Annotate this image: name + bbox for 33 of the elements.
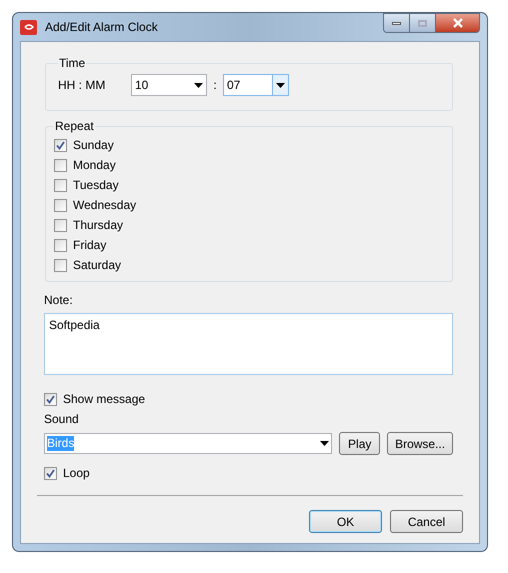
checkbox[interactable]: Monday [54, 155, 444, 175]
checkbox[interactable]: Tuesday [54, 175, 444, 195]
dropdown-arrow-icon [320, 441, 330, 446]
checkbox[interactable]: Loop [44, 463, 456, 483]
minimize-button[interactable] [384, 14, 410, 32]
checkbox[interactable]: Wednesday [54, 195, 444, 215]
group-title: Repeat [54, 118, 95, 135]
checkbox[interactable]: Show message [44, 389, 456, 409]
dropdown-arrow-icon [276, 82, 285, 88]
checkbox[interactable]: Saturday [54, 255, 444, 275]
field-label: HH : MM [58, 77, 106, 94]
checkbox[interactable]: Friday [54, 235, 444, 255]
close-button[interactable] [436, 14, 479, 32]
browse-button[interactable]: Browse... [387, 432, 453, 455]
play-button[interactable]: Play [339, 432, 380, 455]
checkmark-icon [56, 140, 65, 150]
minute-dropdown[interactable]: 07 [223, 74, 289, 96]
separator-text: : [212, 77, 218, 94]
close-icon [452, 18, 464, 28]
hour-dropdown[interactable]: 10 [131, 74, 207, 96]
dialog-button[interactable]: OK [309, 510, 382, 533]
checkbox[interactable]: Sunday [54, 135, 444, 155]
note-label: Note: [44, 292, 74, 309]
dialog-button[interactable]: Cancel [390, 510, 463, 533]
maximize-button[interactable] [410, 14, 436, 32]
checkmark-icon [46, 468, 55, 478]
dropdown-arrow-icon [194, 82, 203, 88]
sound-label: Sound [44, 411, 80, 428]
checkmark-icon [46, 394, 55, 404]
note-field[interactable]: Softpedia [44, 313, 453, 375]
window-title: Add/Edit Alarm Clock [45, 19, 158, 36]
checkbox[interactable]: Thursday [54, 215, 444, 235]
group-title: Time [58, 55, 86, 72]
